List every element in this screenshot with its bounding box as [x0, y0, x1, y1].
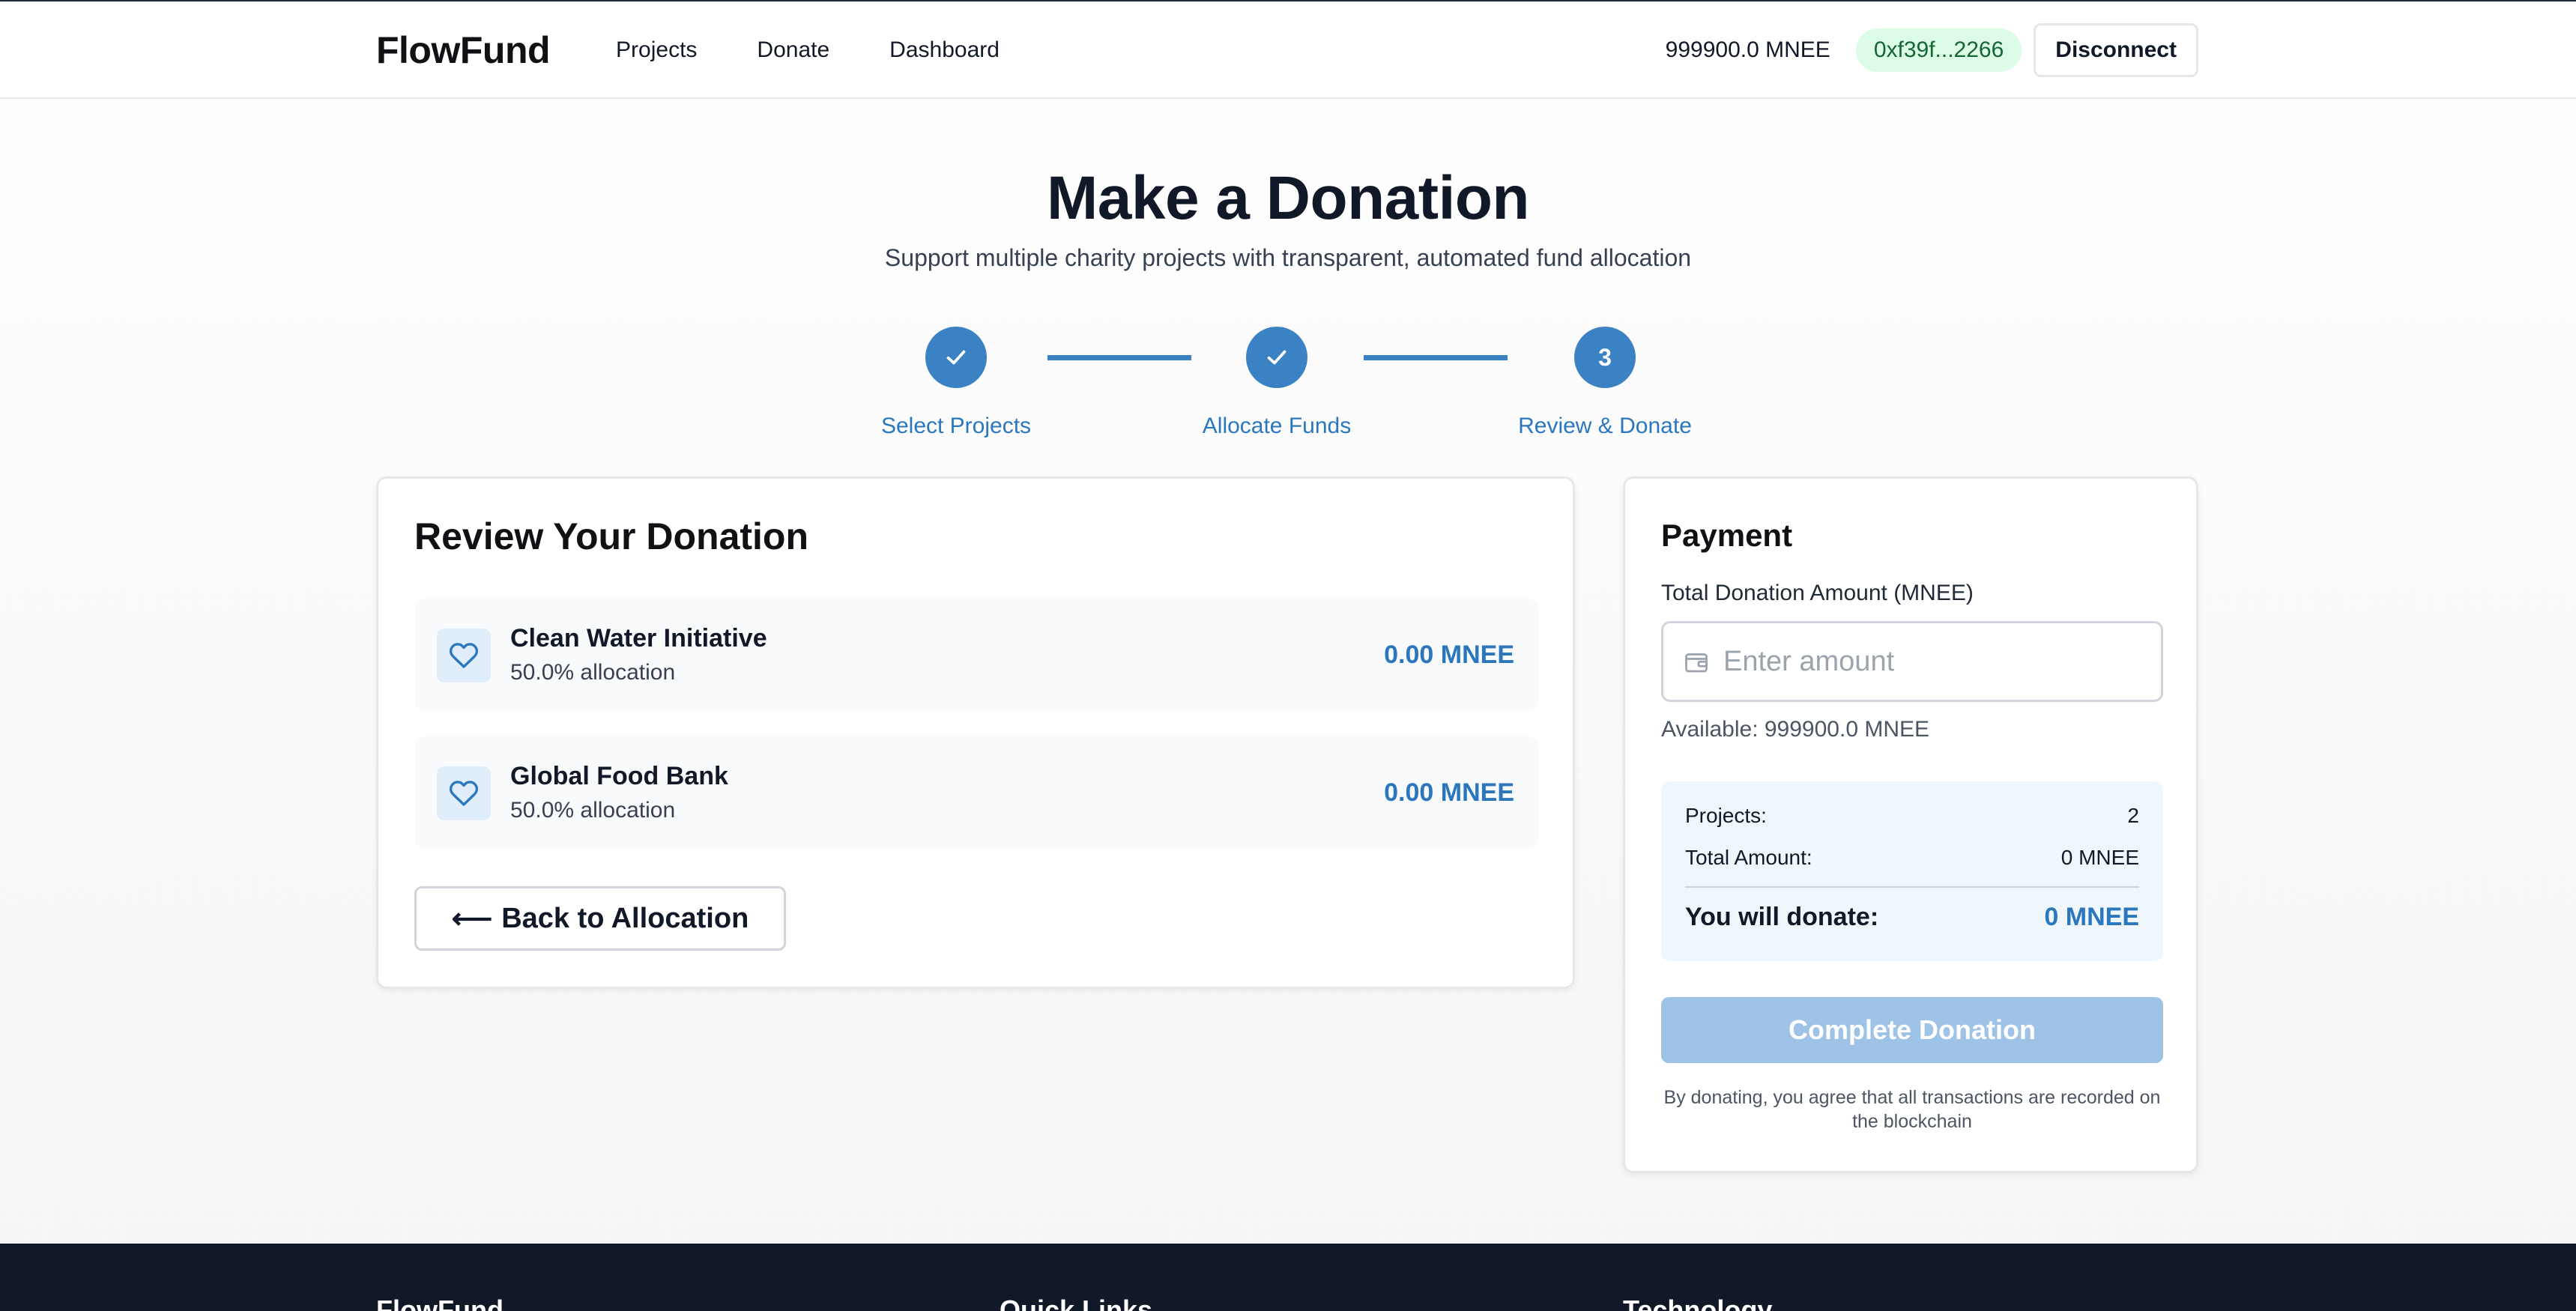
donation-summary: Projects: 2 Total Amount: 0 MNEE You wil…	[1661, 781, 2163, 961]
footer: FlowFund Quick Links Technology	[0, 1244, 2576, 1311]
back-button-label: Back to Allocation	[501, 902, 749, 934]
step-select-projects: Select Projects	[859, 327, 1053, 439]
summary-projects-label: Projects:	[1685, 804, 1767, 827]
nav-link-projects[interactable]: Projects	[616, 37, 697, 63]
project-allocation: 50.0% allocation	[510, 660, 676, 685]
step-circle-complete	[925, 327, 987, 388]
summary-total-row: Total Amount: 0 MNEE	[1685, 846, 2139, 870]
summary-donate-label: You will donate:	[1685, 903, 1879, 931]
step-label: Review & Donate	[1518, 414, 1692, 438]
nav-link-donate[interactable]: Donate	[757, 37, 829, 63]
page-title: Make a Donation	[1046, 164, 1530, 232]
project-amount: 0.00 MNEE	[1384, 641, 1514, 669]
project-name: Clean Water Initiative	[510, 624, 767, 653]
step-circle-complete	[1246, 327, 1307, 388]
project-item: Clean Water Initiative 50.0% allocation …	[414, 599, 1538, 711]
payment-card: Payment Total Donation Amount (MNEE) Ava…	[1623, 476, 2198, 1173]
project-icon-wrap	[437, 766, 491, 820]
footer-heading-technology: Technology	[1623, 1295, 1773, 1311]
step-label: Allocate Funds	[1202, 414, 1352, 438]
summary-total-value: 0 MNEE	[2061, 846, 2139, 869]
amount-label: Total Donation Amount (MNEE)	[1661, 581, 1974, 605]
check-icon	[1267, 350, 1287, 365]
donation-amount-input[interactable]	[1723, 623, 2150, 700]
project-icon-wrap	[437, 629, 491, 682]
disconnect-button[interactable]: Disconnect	[2034, 23, 2198, 77]
summary-projects-row: Projects: 2	[1685, 804, 2139, 828]
available-balance: Available: 999900.0 MNEE	[1661, 717, 1930, 742]
wallet-balance: 999900.0 MNEE	[1665, 37, 1830, 62]
wallet-address-badge: 0xf39f...2266	[1855, 28, 2022, 72]
back-to-allocation-button[interactable]: ⟵ Back to Allocation	[414, 886, 786, 951]
navbar-inner: FlowFund Projects Donate Dashboard 99990…	[376, 1, 2198, 99]
wallet-icon	[1685, 653, 1708, 673]
project-amount: 0.00 MNEE	[1384, 778, 1514, 807]
wallet-area: 999900.0 MNEE 0xf39f...2266 Disconnect	[1666, 23, 2198, 77]
page-subtitle: Support multiple charity projects with t…	[884, 244, 1692, 271]
footer-heading-quick-links: Quick Links	[1000, 1295, 1153, 1311]
step-label: Select Projects	[880, 414, 1032, 438]
brand-logo[interactable]: FlowFund	[376, 28, 551, 72]
project-allocation: 50.0% allocation	[510, 798, 676, 823]
step-circle-active: 3	[1574, 327, 1636, 388]
project-item: Global Food Bank 50.0% allocation 0.00 M…	[414, 736, 1538, 849]
payment-title: Payment	[1661, 518, 1793, 553]
nav-link-dashboard[interactable]: Dashboard	[889, 37, 1000, 63]
step-connector	[1364, 355, 1508, 360]
heart-icon	[449, 643, 479, 668]
summary-projects-value: 2	[2127, 804, 2139, 827]
step-connector	[1047, 355, 1191, 360]
heart-icon	[449, 781, 479, 806]
arrow-left-icon: ⟵	[451, 903, 493, 935]
summary-divider	[1685, 886, 2139, 888]
step-allocate-funds: Allocate Funds	[1179, 327, 1374, 439]
summary-donate-row: You will donate: 0 MNEE	[1685, 903, 2139, 932]
amount-input-wrap	[1661, 621, 2163, 702]
check-icon	[946, 350, 966, 365]
nav-links: Projects Donate Dashboard	[616, 37, 1000, 63]
blockchain-disclaimer: By donating, you agree that all transact…	[1663, 1087, 2161, 1132]
complete-donation-button[interactable]: Complete Donation	[1661, 997, 2163, 1063]
top-navbar: FlowFund Projects Donate Dashboard 99990…	[0, 0, 2576, 99]
step-review-donate: 3 Review & Donate	[1508, 327, 1702, 439]
review-title: Review Your Donation	[414, 515, 809, 557]
project-name: Global Food Bank	[510, 762, 728, 790]
summary-donate-value: 0 MNEE	[2044, 903, 2139, 931]
review-card: Review Your Donation Clean Water Initiat…	[376, 476, 1575, 989]
footer-heading-brand: FlowFund	[376, 1295, 504, 1311]
summary-total-label: Total Amount:	[1685, 846, 1812, 869]
